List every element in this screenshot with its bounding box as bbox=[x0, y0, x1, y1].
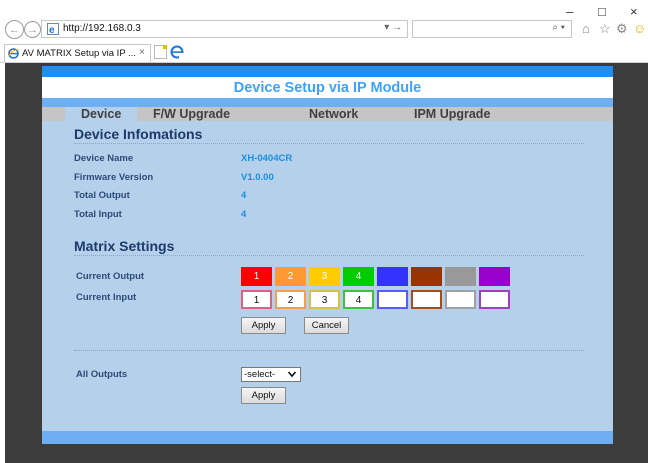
forward-button[interactable]: → bbox=[24, 21, 41, 38]
dropdown-icon: ▾ bbox=[384, 22, 390, 33]
header-divider bbox=[42, 98, 613, 107]
maximize-button[interactable]: □ bbox=[598, 4, 606, 19]
tab-fw-upgrade[interactable]: F/W Upgrade bbox=[153, 107, 230, 121]
home-icon[interactable]: ⌂ bbox=[582, 21, 590, 36]
apply-all-outputs-button[interactable]: Apply bbox=[241, 387, 286, 404]
settings-gear-icon[interactable]: ⚙ bbox=[616, 21, 628, 37]
divider bbox=[74, 350, 584, 351]
total-output-label: Total Output bbox=[74, 190, 130, 201]
output-color-box[interactable]: 4 bbox=[343, 267, 374, 286]
url-text: http://192.168.0.3 bbox=[63, 23, 141, 34]
edge-icon[interactable] bbox=[170, 45, 184, 59]
output-color-box[interactable] bbox=[411, 267, 442, 286]
footer-bar bbox=[42, 431, 613, 444]
apply-matrix-button[interactable]: Apply bbox=[241, 317, 286, 334]
device-info-title: Device Infomations bbox=[74, 126, 203, 142]
tab-strip: AV MATRIX Setup via IP ... × bbox=[0, 44, 648, 63]
tab-title: AV MATRIX Setup via IP ... bbox=[22, 48, 137, 59]
output-color-box[interactable] bbox=[377, 267, 408, 286]
input-field[interactable]: 4 bbox=[343, 290, 374, 309]
tab-close-icon[interactable]: × bbox=[139, 47, 145, 58]
total-input-value: 4 bbox=[241, 209, 247, 220]
back-arrow-icon: ← bbox=[9, 24, 20, 36]
select-value: -select- bbox=[244, 369, 276, 380]
search-controls[interactable]: ⌕ ▾ bbox=[552, 22, 565, 33]
favorites-star-icon[interactable]: ☆ bbox=[599, 21, 611, 37]
browser-toolbar: ← → e http://192.168.0.3 ▾ → ⌕ ▾ – □ × ⌂… bbox=[0, 0, 648, 44]
all-outputs-select[interactable]: -select- bbox=[241, 367, 301, 382]
all-outputs-label: All Outputs bbox=[76, 369, 128, 380]
page-title: Device Setup via IP Module bbox=[42, 77, 613, 98]
browser-tab[interactable]: AV MATRIX Setup via IP ... × bbox=[4, 44, 151, 62]
maximize-icon: □ bbox=[598, 4, 606, 19]
input-field[interactable] bbox=[479, 290, 510, 309]
tab-network[interactable]: Network bbox=[309, 107, 358, 121]
go-arrow-icon: → bbox=[392, 22, 402, 33]
output-color-box[interactable] bbox=[445, 267, 476, 286]
svg-text:e: e bbox=[49, 25, 55, 35]
input-field[interactable] bbox=[411, 290, 442, 309]
minimize-icon: – bbox=[566, 4, 574, 19]
search-dropdown-icon: ▾ bbox=[560, 22, 565, 33]
input-field[interactable] bbox=[377, 290, 408, 309]
input-field[interactable]: 3 bbox=[309, 290, 340, 309]
input-field[interactable]: 1 bbox=[241, 290, 272, 309]
minimize-button[interactable]: – bbox=[566, 4, 573, 19]
page-viewport: Device Setup via IP Module Device F/W Up… bbox=[5, 63, 648, 463]
feedback-smiley-icon[interactable]: ☺ bbox=[633, 21, 646, 36]
device-name-value: XH-0404CR bbox=[241, 153, 293, 164]
total-output-value: 4 bbox=[241, 190, 247, 201]
chevron-down-icon bbox=[287, 371, 297, 378]
output-color-box[interactable] bbox=[479, 267, 510, 286]
address-go-controls[interactable]: ▾ → bbox=[384, 22, 402, 33]
divider bbox=[74, 255, 584, 256]
main-menu: Device F/W Upgrade Network IPM Upgrade bbox=[42, 107, 613, 123]
output-color-box[interactable]: 1 bbox=[241, 267, 272, 286]
firmware-version-value: V1.0.00 bbox=[241, 172, 274, 183]
search-icon: ⌕ bbox=[552, 22, 559, 33]
tab-ipm-upgrade[interactable]: IPM Upgrade bbox=[414, 107, 490, 121]
search-box[interactable]: ⌕ ▾ bbox=[412, 20, 572, 38]
matrix-settings-title: Matrix Settings bbox=[74, 238, 175, 254]
output-color-box[interactable]: 2 bbox=[275, 267, 306, 286]
total-input-label: Total Input bbox=[74, 209, 122, 220]
divider bbox=[74, 143, 584, 144]
close-icon: × bbox=[630, 4, 638, 19]
cancel-button[interactable]: Cancel bbox=[304, 317, 349, 334]
setup-panel: Device Setup via IP Module Device F/W Up… bbox=[42, 66, 613, 444]
device-name-label: Device Name bbox=[74, 153, 134, 164]
address-bar[interactable]: e http://192.168.0.3 ▾ → bbox=[41, 20, 408, 38]
back-button[interactable]: ← bbox=[5, 20, 24, 39]
ie-page-icon: e bbox=[47, 23, 59, 35]
tab-device[interactable]: Device bbox=[65, 107, 138, 123]
new-tab-icon[interactable] bbox=[154, 45, 167, 59]
output-color-box[interactable]: 3 bbox=[309, 267, 340, 286]
header-strip bbox=[42, 66, 613, 77]
close-window-button[interactable]: × bbox=[630, 4, 638, 19]
firmware-version-label: Firmware Version bbox=[74, 172, 154, 183]
ie-logo-icon bbox=[8, 48, 19, 59]
input-field[interactable] bbox=[445, 290, 476, 309]
current-input-label: Current Input bbox=[76, 292, 137, 303]
forward-arrow-icon: → bbox=[27, 24, 38, 36]
input-field[interactable]: 2 bbox=[275, 290, 306, 309]
current-output-label: Current Output bbox=[76, 271, 145, 282]
